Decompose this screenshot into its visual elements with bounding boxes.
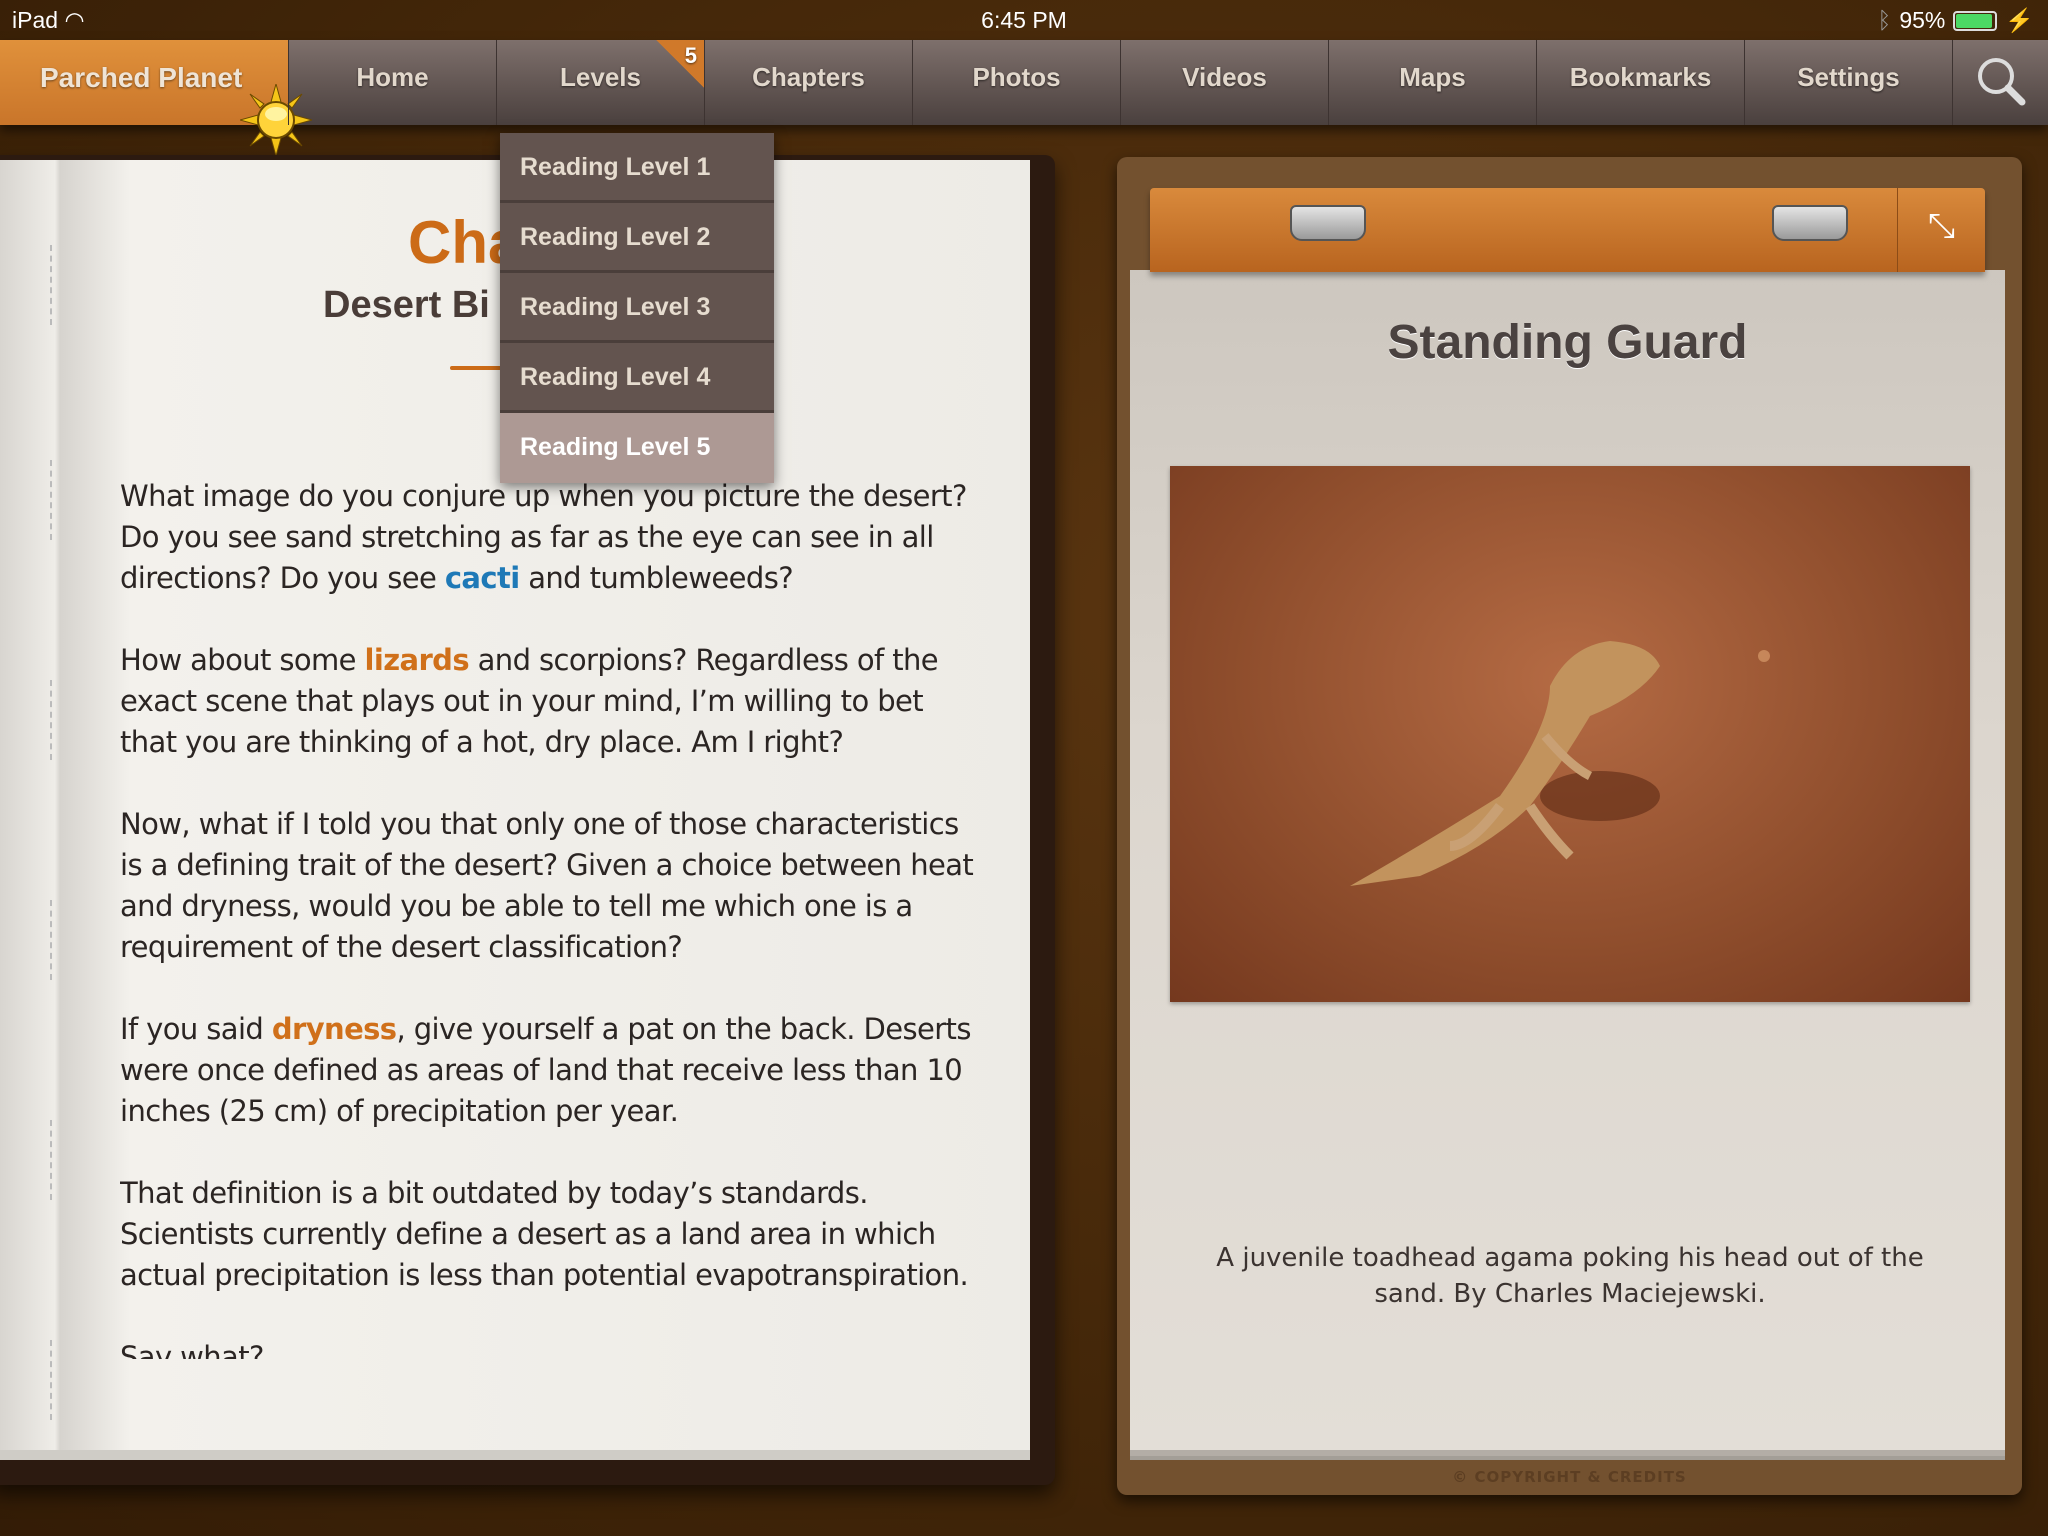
levels-badge: 5 [656, 40, 704, 88]
reading-level-4[interactable]: Reading Level 4 [500, 343, 774, 413]
chapter-text[interactable]: What image do you conjure up when you pi… [120, 476, 980, 1396]
battery-percent: 95% [1899, 7, 1946, 33]
paragraph: Say what? [120, 1340, 264, 1359]
levels-dropdown: Reading Level 1 Reading Level 2 Reading … [500, 133, 774, 483]
reading-level-1[interactable]: Reading Level 1 [500, 133, 774, 203]
device-name: iPad [12, 7, 59, 33]
nav-levels[interactable]: Levels 5 [496, 40, 704, 125]
paragraph: That definition is a bit outdated by tod… [120, 1176, 969, 1292]
top-nav: Parched Planet Home Levels 5 Chapters Pho… [0, 40, 2048, 156]
paragraph: What image do you conjure up when you pi… [120, 479, 967, 595]
clock: 6:45 PM [981, 7, 1067, 33]
nav-photos[interactable]: Photos [912, 40, 1120, 125]
expand-icon: ⤡ [1927, 206, 1956, 246]
chapter-subtitle: Desert Bi [323, 284, 490, 326]
brand-label: Parched Planet [40, 62, 243, 93]
nav-settings[interactable]: Settings [1744, 40, 1952, 125]
search-button[interactable] [1952, 40, 2048, 125]
battery-icon [1953, 10, 1998, 31]
reading-level-5[interactable]: Reading Level 5 [500, 413, 774, 483]
paragraph: How about some lizards and scorpions? Re… [120, 643, 939, 759]
bluetooth-icon: ᛒ [1877, 7, 1892, 33]
charging-icon: ⚡ [2005, 7, 2034, 33]
reading-level-3[interactable]: Reading Level 3 [500, 273, 774, 343]
wifi-icon: ︎◠ [64, 7, 85, 33]
reading-level-2[interactable]: Reading Level 2 [500, 203, 774, 273]
glossary-link-lizards[interactable]: lizards [365, 643, 470, 677]
copyright-credits-link[interactable]: © COPYRIGHT & CREDITS [1117, 1468, 2022, 1486]
clipboard-header [1150, 188, 1985, 272]
nav-levels-label: Levels [560, 62, 641, 92]
nav-maps[interactable]: Maps [1328, 40, 1536, 125]
status-bar: iPad ︎◠ 6:45 PM ᛒ 95% ⚡ [0, 0, 2048, 40]
glossary-link-cacti[interactable]: cacti [445, 561, 520, 595]
lizard-photo[interactable] [1170, 466, 1970, 1002]
binder-ring [1772, 205, 1848, 241]
nav-videos[interactable]: Videos [1120, 40, 1328, 125]
nav-chapters[interactable]: Chapters [704, 40, 912, 125]
paragraph: If you said dryness, give yourself a pat… [120, 1012, 971, 1128]
brand-tab[interactable]: Parched Planet [0, 40, 312, 156]
expand-button[interactable]: ⤡ [1897, 188, 1985, 272]
photo-caption: A juvenile toadhead agama poking his hea… [1216, 1243, 1924, 1309]
lizard-image [1350, 641, 1770, 886]
binder-ring [1290, 205, 1366, 241]
nav-bookmarks[interactable]: Bookmarks [1536, 40, 1744, 125]
photo-title: Standing Guard [1387, 316, 1748, 369]
paragraph: Now, what if I told you that only one of… [120, 807, 974, 964]
nav-home[interactable]: Home [288, 40, 496, 125]
glossary-link-dryness[interactable]: dryness [272, 1012, 397, 1046]
magnifier-icon [1977, 58, 2025, 106]
